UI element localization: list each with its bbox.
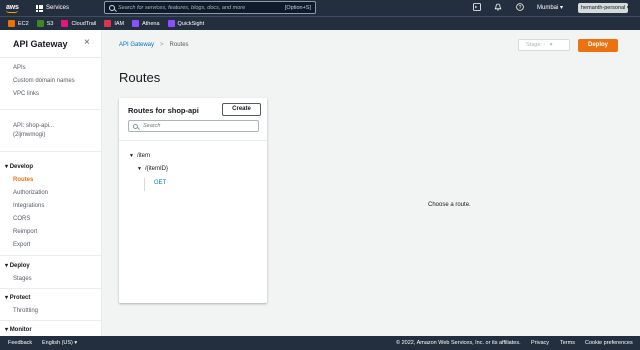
favorite-label: IAM: [114, 20, 125, 27]
routes-panel-title: Routes for shop-api: [128, 106, 199, 115]
sidebar-item-stages[interactable]: Stages: [13, 276, 32, 282]
caret-down-icon: ▼: [129, 153, 134, 159]
favorite-label: EC2: [18, 20, 29, 27]
global-search-input[interactable]: Search for services, features, blogs, do…: [104, 1, 316, 14]
sidebar-item-vpc-links[interactable]: VPC links: [13, 91, 39, 97]
breadcrumb-api-gateway[interactable]: API Gateway: [119, 42, 154, 48]
sidebar-item-authorization[interactable]: Authorization: [13, 190, 48, 196]
footer: Feedback English (US) ▾ © 2022, Amazon W…: [0, 336, 640, 350]
side-navigation: API Gateway × APIs Custom domain names V…: [0, 30, 102, 336]
section-title: Protect: [9, 295, 31, 301]
feedback-link[interactable]: Feedback: [8, 340, 32, 346]
section-title: Deploy: [9, 263, 30, 269]
iam-icon: [104, 20, 112, 27]
sidebar-item-routes[interactable]: Routes: [13, 177, 33, 183]
sidebar-item-throttling[interactable]: Throttling: [13, 308, 38, 314]
section-monitor[interactable]: ▾ Monitor: [5, 326, 32, 333]
route-item-itemid[interactable]: ▼/{itemID}: [137, 166, 168, 172]
favorite-ec2[interactable]: EC2: [8, 20, 29, 27]
favorite-label: S3: [46, 20, 54, 27]
api-name-line1: API: shop-api...: [13, 123, 55, 129]
services-menu-button[interactable]: Services: [36, 4, 70, 12]
footer-link-privacy[interactable]: Privacy: [531, 340, 549, 346]
route-method-label: GET: [154, 180, 167, 186]
empty-state-message: Choose a route.: [428, 202, 471, 208]
athena-icon: [132, 20, 140, 27]
aws-smile-icon: [6, 10, 18, 13]
favorite-iam[interactable]: IAM: [104, 20, 124, 27]
route-item[interactable]: ▼/item: [129, 153, 150, 159]
language-selector[interactable]: English (US) ▾: [42, 340, 77, 346]
stage-select-value: Stage: -: [526, 42, 546, 48]
footer-link-cookie-preferences[interactable]: Cookie preferences: [585, 340, 633, 346]
favorite-athena[interactable]: Athena: [132, 20, 160, 27]
section-deploy[interactable]: ▾ Deploy: [5, 262, 30, 269]
divider: [119, 140, 267, 141]
sidebar-title: API Gateway: [13, 39, 68, 49]
aws-logo[interactable]: aws: [6, 4, 28, 13]
divider: [0, 320, 101, 321]
route-search-input[interactable]: [143, 123, 253, 129]
route-search-field[interactable]: [128, 120, 259, 132]
favorites-bar: EC2 S3 CloudTrail IAM Athena QuickSight: [0, 16, 640, 30]
favorite-label: Athena: [142, 20, 160, 27]
search-placeholder: Search for services, features, blogs, do…: [118, 4, 246, 11]
section-title: Develop: [9, 164, 34, 170]
region-selector[interactable]: Mumbai ▾: [537, 4, 563, 11]
sidebar-item-integrations[interactable]: Integrations: [13, 203, 44, 209]
route-path: /item: [136, 153, 150, 159]
deploy-button[interactable]: Deploy: [578, 39, 618, 52]
caret-down-icon: ▼: [137, 166, 142, 172]
stage-select[interactable]: Stage: - ▾: [518, 39, 570, 51]
routes-panel: Routes for shop-api Create ▼/item ▼/{ite…: [119, 98, 267, 303]
favorite-quicksight[interactable]: QuickSight: [167, 20, 205, 27]
divider: [0, 255, 101, 256]
close-icon[interactable]: ×: [84, 37, 90, 48]
tree-guide-line: [144, 178, 145, 191]
sidebar-item-reimport[interactable]: Reimport: [13, 229, 37, 235]
divider: [0, 151, 101, 152]
favorite-cloudtrail[interactable]: CloudTrail: [61, 20, 96, 27]
section-develop[interactable]: ▾ Develop: [5, 163, 33, 170]
sidebar-item-export[interactable]: Export: [13, 242, 30, 248]
divider: [0, 109, 101, 110]
section-title: Monitor: [9, 327, 32, 333]
search-shortcut-hint: [Option+S]: [284, 4, 311, 11]
ec2-icon: [8, 20, 15, 27]
account-menu[interactable]: hemanth-personal ▾: [578, 3, 630, 13]
s3-icon: [36, 20, 44, 27]
sidebar-item-custom-domain-names[interactable]: Custom domain names: [13, 78, 75, 84]
breadcrumb-current: Routes: [169, 42, 189, 48]
route-method-get[interactable]: GET: [154, 180, 166, 186]
breadcrumb: API Gateway > Routes: [119, 42, 189, 48]
grid-icon: [36, 4, 43, 12]
search-icon: [109, 4, 115, 11]
cloudtrail-icon: [61, 20, 69, 27]
cloudshell-icon[interactable]: [472, 3, 481, 12]
favorite-label: CloudTrail: [71, 20, 97, 27]
footer-link-terms[interactable]: Terms: [560, 340, 575, 346]
services-label: Services: [46, 5, 70, 11]
chevron-down-icon: ▾: [549, 42, 553, 48]
divider: [0, 288, 101, 289]
bell-icon[interactable]: [493, 3, 502, 12]
api-name-line2: (2ljmwmogi): [13, 132, 46, 138]
page-title: Routes: [119, 70, 161, 85]
section-protect[interactable]: ▾ Protect: [5, 294, 30, 301]
help-icon[interactable]: ?: [515, 3, 524, 12]
svg-text:?: ?: [518, 5, 521, 11]
breadcrumb-separator: >: [160, 42, 164, 48]
route-path: /{itemID}: [144, 166, 168, 172]
divider: [0, 57, 101, 58]
search-icon: [133, 123, 138, 129]
sidebar-item-apis[interactable]: APIs: [13, 65, 26, 71]
favorite-s3[interactable]: S3: [36, 20, 54, 27]
quicksight-icon: [167, 20, 175, 27]
sidebar-item-cors[interactable]: CORS: [13, 216, 30, 222]
favorite-label: QuickSight: [177, 20, 205, 27]
create-route-button[interactable]: Create: [222, 103, 261, 116]
copyright-text: © 2022, Amazon Web Services, Inc. or its…: [396, 340, 521, 346]
